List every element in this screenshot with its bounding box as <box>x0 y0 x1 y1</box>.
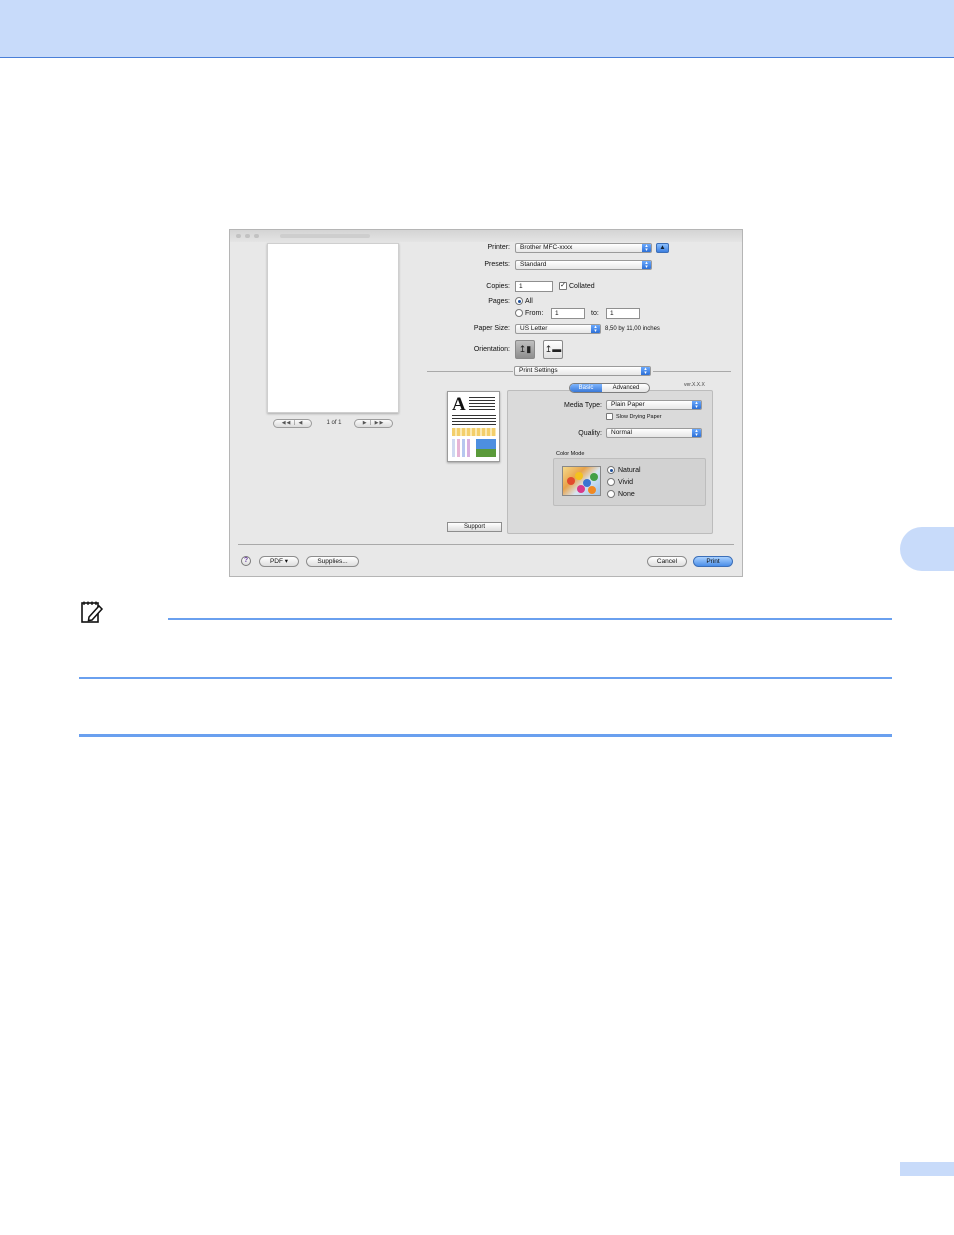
supplies-button[interactable]: Supplies... <box>306 556 359 567</box>
divider <box>427 371 513 372</box>
chapter-tab <box>900 527 954 571</box>
color-sample-image <box>562 466 601 496</box>
slow-drying-label: Slow Drying Paper <box>616 414 662 420</box>
color-mode-vivid-radio[interactable] <box>607 478 615 486</box>
color-mode-vivid-label: Vivid <box>618 479 634 486</box>
presets-label: Presets: <box>484 261 510 268</box>
ghost-window-control <box>245 234 250 238</box>
color-mode-none-radio[interactable] <box>607 490 615 498</box>
pages-all-radio[interactable] <box>515 297 523 305</box>
pages-all-label: All <box>525 298 533 305</box>
printer-value: Brother MFC-xxxx <box>520 244 573 251</box>
paper-size-label: Paper Size: <box>473 325 510 332</box>
dialog-title-strip <box>230 230 742 242</box>
manual-page: ◀◀ | ◀ 1 of 1 ▶ | ▶▶ Printer: Brother MF… <box>0 0 954 1235</box>
pdf-button[interactable]: PDF ▾ <box>259 556 299 567</box>
text-lines-graphic <box>469 397 495 411</box>
color-mode-none-label: None <box>618 491 635 498</box>
note-pencil-icon <box>81 601 104 623</box>
sample-ball <box>577 485 585 493</box>
section-rule <box>79 734 892 737</box>
ghost-window-title <box>280 234 370 238</box>
print-button[interactable]: Print <box>693 556 733 567</box>
document-thumbnail: A <box>447 391 500 462</box>
header-band <box>0 0 954 58</box>
paper-size-popup[interactable]: US Letter ▴ ▾ <box>515 324 601 334</box>
sample-ball <box>590 473 598 481</box>
print-dialog: ◀◀ | ◀ 1 of 1 ▶ | ▶▶ Printer: Brother MF… <box>229 229 743 577</box>
quality-label: Quality: <box>578 430 602 437</box>
slow-drying-checkbox[interactable] <box>606 413 613 420</box>
chart-graphic <box>452 439 472 457</box>
driver-version: ver.X.X.X <box>684 382 705 388</box>
popup-arrows-icon: ▴ ▾ <box>642 244 651 252</box>
popup-arrows-icon: ▴ ▾ <box>641 367 650 375</box>
pages-from-label: From: <box>525 310 544 317</box>
sample-ball <box>567 477 575 485</box>
quality-value: Normal <box>611 429 632 436</box>
ghost-window-control <box>236 234 241 238</box>
help-icon[interactable]: ? <box>241 556 251 566</box>
note-top-rule <box>168 618 892 620</box>
media-type-value: Plain Paper <box>611 401 645 408</box>
preview-back-buttons[interactable]: ◀◀ | ◀ <box>273 419 312 428</box>
paper-dimensions: 8,50 by 11,00 inches <box>605 326 660 332</box>
pages-from-radio[interactable] <box>515 309 523 317</box>
collated-label: Collated <box>569 283 595 290</box>
presets-popup[interactable]: Standard ▴ ▾ <box>515 260 652 270</box>
preview-forward-buttons[interactable]: ▶ | ▶▶ <box>354 419 393 428</box>
paper-size-value: US Letter <box>520 325 548 332</box>
table-graphic <box>452 428 496 436</box>
landscape-orientation-icon[interactable]: ↥▬ <box>543 340 563 359</box>
cancel-button[interactable]: Cancel <box>647 556 687 567</box>
pages-to-label: to: <box>591 310 599 317</box>
copies-label: Copies: <box>486 283 510 290</box>
page-counter: 1 of 1 <box>326 420 342 426</box>
collated-checkbox[interactable]: ✓ <box>559 282 567 290</box>
panel-menu-popup[interactable]: Print Settings ▴ ▾ <box>514 366 651 376</box>
presets-value: Standard <box>520 261 547 268</box>
popup-arrows-icon: ▴ ▾ <box>692 401 701 409</box>
printer-label: Printer: <box>487 244 510 251</box>
orientation-label: Orientation: <box>473 346 510 353</box>
print-preview-page <box>267 243 399 413</box>
copies-field[interactable]: 1 <box>515 281 553 292</box>
bottom-divider <box>238 544 734 545</box>
color-mode-natural-label: Natural <box>618 467 641 474</box>
pages-to-field[interactable]: 1 <box>606 308 640 319</box>
printer-popup[interactable]: Brother MFC-xxxx ▴ ▾ <box>515 243 652 253</box>
divider <box>653 371 731 372</box>
page-number-tab <box>900 1162 954 1176</box>
note-bottom-rule <box>79 677 892 679</box>
media-type-popup[interactable]: Plain Paper ▴ ▾ <box>606 400 702 410</box>
portrait-orientation-icon[interactable]: ↥▮ <box>515 340 535 359</box>
sample-ball <box>575 472 583 480</box>
quality-popup[interactable]: Normal ▴ ▾ <box>606 428 702 438</box>
color-mode-natural-radio[interactable] <box>607 466 615 474</box>
popup-arrows-icon: ▴ ▾ <box>692 429 701 437</box>
text-lines-graphic <box>452 415 496 426</box>
support-button[interactable]: Support <box>447 522 502 532</box>
ghost-window-control <box>254 234 259 238</box>
sample-letter-glyph: A <box>452 394 466 415</box>
tab-advanced[interactable]: Advanced <box>603 384 649 392</box>
tab-control: Basic Advanced <box>569 383 650 393</box>
pages-from-field[interactable]: 1 <box>551 308 585 319</box>
popup-arrows-icon: ▴ ▾ <box>591 325 600 333</box>
color-mode-title: Color Mode <box>556 451 585 457</box>
photo-graphic <box>476 439 496 457</box>
tab-basic[interactable]: Basic <box>570 384 602 392</box>
pages-label: Pages: <box>488 298 510 305</box>
media-type-label: Media Type: <box>563 402 602 409</box>
popup-arrows-icon: ▴ ▾ <box>642 261 651 269</box>
disclosure-up-icon[interactable]: ▲ <box>656 243 669 253</box>
sample-ball <box>588 486 596 494</box>
panel-menu-value: Print Settings <box>519 367 558 374</box>
